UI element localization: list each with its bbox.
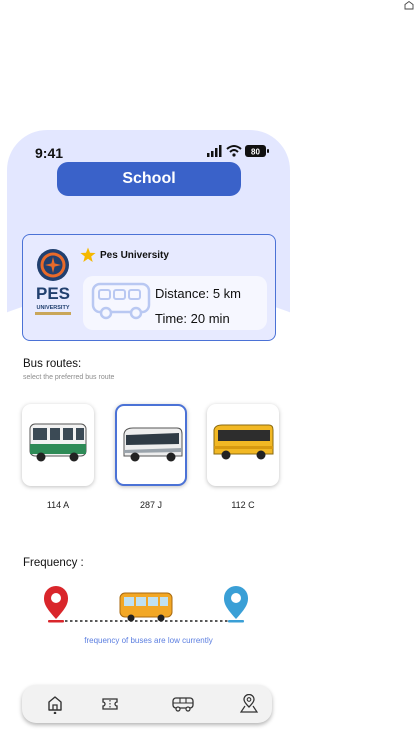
destination-card[interactable]: PES UNIVERSITY Pes University Distance: … xyxy=(22,234,276,341)
routes-subtitle: select the preferred bus route xyxy=(23,374,115,381)
destination-button[interactable]: School xyxy=(57,162,241,196)
home-outline-icon xyxy=(404,0,414,10)
phone-screen: 9:41 80 School PES UNIVERSITY Pes Univer… xyxy=(7,130,290,744)
status-time: 9:41 xyxy=(35,145,64,161)
distance-row: Distance: 5 km xyxy=(155,286,241,301)
route-label-112c: 112 C xyxy=(231,500,255,510)
battery-icon: 80 xyxy=(245,145,269,157)
bus-outline-icon xyxy=(91,282,151,320)
green-bus-image xyxy=(29,423,87,462)
route-card-114a[interactable] xyxy=(22,404,94,486)
bottom-nav xyxy=(22,685,272,723)
frequency-graphic xyxy=(44,586,248,623)
time-value: 20 min xyxy=(190,311,230,326)
home-icon[interactable] xyxy=(44,694,66,714)
map-pin-icon[interactable] xyxy=(238,694,260,714)
time-label: Time: xyxy=(155,311,188,326)
route-label-287j: 287 J xyxy=(139,500,163,510)
end-pin-icon xyxy=(224,586,248,623)
signal-icon xyxy=(207,145,222,157)
routes-title: Bus routes: xyxy=(23,358,82,370)
frequency-title: Frequency : xyxy=(23,557,84,569)
status-icons: 80 xyxy=(207,145,269,157)
svg-text:UNIVERSITY: UNIVERSITY xyxy=(36,305,69,311)
time-row: Time: 20 min xyxy=(155,311,230,326)
bus-icon[interactable] xyxy=(172,694,194,714)
distance-value: 5 km xyxy=(212,286,241,301)
wifi-icon xyxy=(226,145,242,157)
destination-name: Pes University xyxy=(100,250,169,261)
frequency-note: frequency of buses are low currently xyxy=(84,636,213,645)
route-card-287j[interactable] xyxy=(115,404,187,486)
white-coach-image xyxy=(123,427,183,462)
route-label-114a: 114 A xyxy=(46,500,70,510)
start-pin-icon xyxy=(44,586,68,623)
star-icon xyxy=(80,247,96,262)
svg-text:PES: PES xyxy=(36,284,70,303)
distance-label: Distance: xyxy=(155,286,210,301)
trip-info-box: Distance: 5 km Time: 20 min xyxy=(83,276,267,330)
university-logo: PES UNIVERSITY xyxy=(35,249,71,315)
ticket-icon[interactable] xyxy=(99,694,121,714)
route-card-112c[interactable] xyxy=(207,404,279,486)
bus-icon xyxy=(119,592,173,622)
svg-text:80: 80 xyxy=(251,148,260,157)
yellow-coach-image xyxy=(213,424,274,460)
